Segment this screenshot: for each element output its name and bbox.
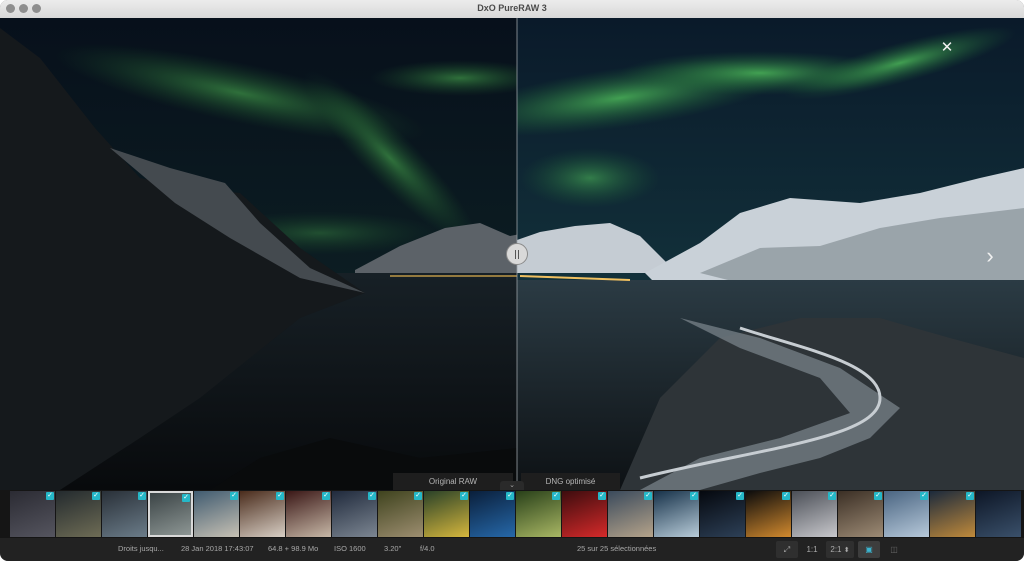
selection-count: 25 sur 25 sélectionnées — [577, 544, 657, 553]
iso-value: ISO 1600 — [334, 544, 366, 553]
filmstrip-thumbnail[interactable]: ✓ — [148, 491, 193, 537]
fit-zoom-button[interactable]: ⤢ — [776, 541, 798, 558]
filmstrip-thumbnail[interactable]: ✓ — [746, 491, 791, 537]
filmstrip-thumbnail[interactable]: ✓ — [792, 491, 837, 537]
single-view-button[interactable]: ▣ — [858, 541, 880, 558]
compare-view-button[interactable]: ◫ — [883, 541, 905, 558]
selected-checkbox-icon[interactable]: ✓ — [182, 494, 190, 502]
next-image-button[interactable]: › — [980, 244, 1000, 268]
collapse-filmstrip-button[interactable]: ⌄ — [500, 481, 524, 490]
image-viewer[interactable]: ✕ › Original RAW DNG optimisé ⌄ — [0, 18, 1024, 490]
filmstrip-thumbnail[interactable]: ✓ — [10, 491, 55, 537]
status-bar: Droits jusqu... 28 Jan 2018 17:43:07 64.… — [0, 538, 1024, 561]
grip-line — [518, 250, 519, 259]
filmstrip-thumbnail[interactable]: ✓ — [884, 491, 929, 537]
grip-line — [515, 250, 516, 259]
selected-checkbox-icon[interactable]: ✓ — [138, 492, 146, 500]
optimized-dng-label: DNG optimisé — [521, 473, 620, 490]
zoom-2-1-label: 2:1 — [830, 545, 842, 554]
capture-date: 28 Jan 2018 17:43:07 — [181, 544, 254, 553]
selected-checkbox-icon[interactable]: ✓ — [598, 492, 606, 500]
selected-checkbox-icon[interactable]: ✓ — [644, 492, 652, 500]
filmstrip-thumbnail[interactable]: ✓ — [194, 491, 239, 537]
filmstrip-thumbnail[interactable]: ✓ — [562, 491, 607, 537]
app-window: DxO PureRAW 3 ✕ › Original RAW DNG optim… — [0, 0, 1024, 561]
chevron-down-icon: ⌄ — [509, 482, 515, 489]
expand-icon: ⤢ — [783, 545, 791, 554]
file-size: 64.8 + 98.9 Mo — [268, 544, 319, 553]
selected-checkbox-icon[interactable]: ✓ — [736, 492, 744, 500]
selected-checkbox-icon[interactable]: ✓ — [460, 492, 468, 500]
filmstrip-thumbnail[interactable]: ✓ — [102, 491, 147, 537]
filmstrip-thumbnail[interactable]: ✓ — [286, 491, 331, 537]
filmstrip-thumbnail[interactable]: ✓ — [56, 491, 101, 537]
zoom-2-1-stepper[interactable]: 2:1 ⬍ — [826, 541, 854, 558]
original-raw-label: Original RAW — [393, 473, 513, 490]
stepper-arrows-icon: ⬍ — [843, 547, 850, 554]
copyright-info: Droits jusqu... — [118, 544, 164, 553]
window-title: DxO PureRAW 3 — [477, 3, 547, 13]
title-bar: DxO PureRAW 3 — [0, 0, 1024, 19]
zoom-1-1-label: 1:1 — [806, 545, 818, 554]
filmstrip-thumbnail[interactable] — [976, 491, 1021, 537]
filmstrip[interactable]: ✓ ✓ ✓ ✓ ✓ ✓ ✓ ✓ ✓ ✓ ✓ ✓ ✓ ✓ ✓ ✓ ✓ ✓ ✓ ✓ ✓ — [0, 490, 1024, 538]
filmstrip-thumbnail[interactable]: ✓ — [332, 491, 377, 537]
selected-checkbox-icon[interactable]: ✓ — [552, 492, 560, 500]
zoom-1-1-button[interactable]: 1:1 — [801, 541, 823, 558]
filmstrip-thumbnail[interactable]: ✓ — [700, 491, 745, 537]
selected-checkbox-icon[interactable]: ✓ — [322, 492, 330, 500]
filmstrip-thumbnail[interactable]: ✓ — [240, 491, 285, 537]
selected-checkbox-icon[interactable]: ✓ — [230, 492, 238, 500]
filmstrip-thumbnail[interactable]: ✓ — [838, 491, 883, 537]
selected-checkbox-icon[interactable]: ✓ — [92, 492, 100, 500]
single-view-icon: ▣ — [865, 545, 873, 554]
selected-checkbox-icon[interactable]: ✓ — [690, 492, 698, 500]
filmstrip-thumbnail[interactable]: ✓ — [516, 491, 561, 537]
aperture-value: f/4.0 — [420, 544, 435, 553]
close-icon: ✕ — [940, 39, 954, 56]
selected-checkbox-icon[interactable]: ✓ — [828, 492, 836, 500]
selected-checkbox-icon[interactable]: ✓ — [920, 492, 928, 500]
split-slider-handle[interactable] — [506, 243, 528, 265]
filmstrip-thumbnail[interactable]: ✓ — [654, 491, 699, 537]
compare-view-icon: ◫ — [890, 545, 898, 554]
shutter-speed: 3.20" — [384, 544, 402, 553]
chevron-right-icon: › — [986, 243, 994, 268]
filmstrip-thumbnail[interactable]: ✓ — [608, 491, 653, 537]
selected-checkbox-icon[interactable]: ✓ — [414, 492, 422, 500]
selected-checkbox-icon[interactable]: ✓ — [506, 492, 514, 500]
selected-checkbox-icon[interactable]: ✓ — [782, 492, 790, 500]
selected-checkbox-icon[interactable]: ✓ — [368, 492, 376, 500]
selected-checkbox-icon[interactable]: ✓ — [966, 492, 974, 500]
filmstrip-thumbnail[interactable]: ✓ — [424, 491, 469, 537]
selected-checkbox-icon[interactable]: ✓ — [874, 492, 882, 500]
filmstrip-thumbnail[interactable]: ✓ — [930, 491, 975, 537]
selected-checkbox-icon[interactable]: ✓ — [276, 492, 284, 500]
close-viewer-button[interactable]: ✕ — [937, 38, 957, 58]
selected-checkbox-icon[interactable]: ✓ — [46, 492, 54, 500]
filmstrip-thumbnail[interactable]: ✓ — [470, 491, 515, 537]
filmstrip-thumbnail[interactable]: ✓ — [378, 491, 423, 537]
